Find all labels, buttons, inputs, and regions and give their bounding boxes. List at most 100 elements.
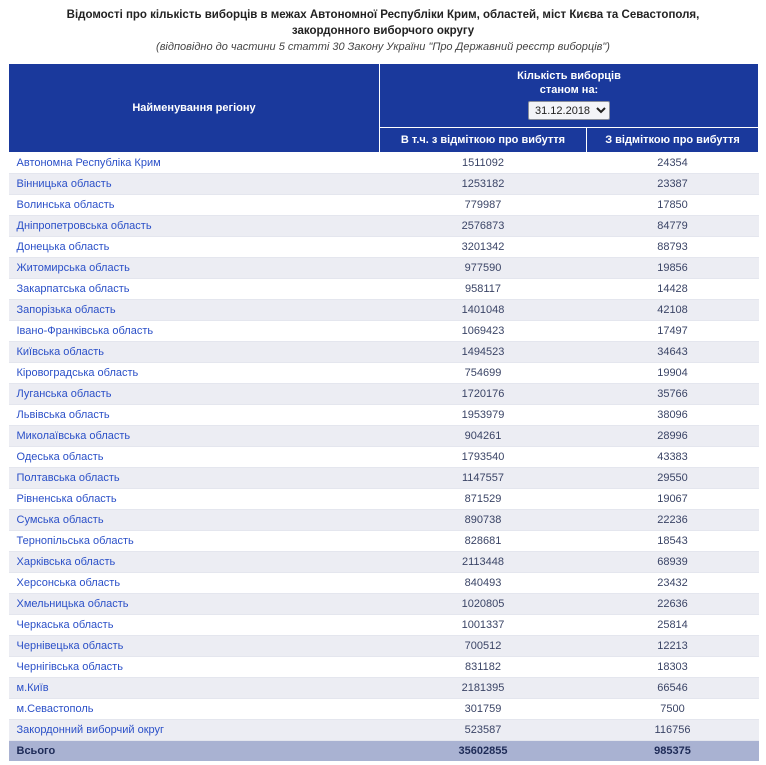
region-link[interactable]: Івано-Франківська область [17,325,154,337]
region-link[interactable]: Закарпатська область [17,283,130,295]
region-link[interactable]: Херсонська область [17,577,121,589]
region-link[interactable]: Запорізька область [17,304,116,316]
region-cell: Кіровоградська область [9,363,380,384]
departed-count-cell: 19067 [587,489,759,510]
region-link[interactable]: Харківська область [17,556,116,568]
voters-count-cell: 3201342 [380,237,587,258]
voters-count-cell: 1511092 [380,153,587,174]
region-cell: Вінницька область [9,174,380,195]
voters-count-cell: 1494523 [380,342,587,363]
region-link[interactable]: Черкаська область [17,619,114,631]
region-link[interactable]: м.Київ [17,682,49,694]
departed-count-cell: 22636 [587,594,759,615]
region-link[interactable]: Автономна Республіка Крим [17,157,161,169]
voters-count-cell: 1953979 [380,405,587,426]
count-header-line2: станом на: [384,83,754,97]
table-header: Найменування регіону Кількість виборців … [9,64,759,153]
region-cell: Закордонний виборчий округ [9,720,380,741]
voters-count-cell: 2113448 [380,552,587,573]
page-title: Відомості про кількість виборців в межах… [8,6,758,39]
region-cell: Запорізька область [9,300,380,321]
table-row: м.Севастополь3017597500 [9,699,759,720]
region-link[interactable]: Закордонний виборчий округ [17,724,165,736]
departed-count-cell: 23432 [587,573,759,594]
region-link[interactable]: Хмельницька область [17,598,129,610]
departed-count-cell: 17850 [587,195,759,216]
region-link[interactable]: Сумська область [17,514,104,526]
region-cell: Івано-Франківська область [9,321,380,342]
voters-count-header: Кількість виборців станом на: 31.12.2018 [380,64,759,128]
region-link[interactable]: Рівненська область [17,493,117,505]
departed-count-cell: 17497 [587,321,759,342]
region-link[interactable]: Донецька область [17,241,110,253]
region-link[interactable]: Полтавська область [17,472,120,484]
table-body: Автономна Республіка Крим 151109224354 Він… [9,153,759,741]
table-row: Дніпропетровська область257687384779 [9,216,759,237]
region-link[interactable]: Дніпропетровська область [17,220,152,232]
table-row: Херсонська область84049323432 [9,573,759,594]
region-cell: Волинська область [9,195,380,216]
table-row: Миколаївська область 90426128996 [9,426,759,447]
table-row: Одеська область179354043383 [9,447,759,468]
table-row: Закордонний виборчий округ523587116756 [9,720,759,741]
departed-count-cell: 24354 [587,153,759,174]
table-row: Житомирська область97759019856 [9,258,759,279]
page-subtitle: (відповідно до частини 5 статті 30 Закон… [8,41,758,53]
region-link[interactable]: Вінницька область [17,178,112,190]
voters-count-cell: 1147557 [380,468,587,489]
table-row: Хмельницька область102080522636 [9,594,759,615]
region-cell: Луганська область [9,384,380,405]
region-link[interactable]: Чернівецька область [17,640,124,652]
voters-count-cell: 1401048 [380,300,587,321]
region-cell: Донецька область [9,237,380,258]
voters-count-cell: 301759 [380,699,587,720]
region-link[interactable]: Тернопільська область [17,535,134,547]
table-row: Чернігівська область83118218303 [9,657,759,678]
region-cell: Рівненська область [9,489,380,510]
region-cell: Одеська область [9,447,380,468]
region-link[interactable]: Чернігівська область [17,661,123,673]
departed-count-cell: 28996 [587,426,759,447]
voters-count-cell: 1001337 [380,615,587,636]
voters-count-cell: 2181395 [380,678,587,699]
table-row: Автономна Республіка Крим 151109224354 [9,153,759,174]
region-link[interactable]: Волинська область [17,199,115,211]
region-cell: Чернівецька область [9,636,380,657]
region-link[interactable]: Миколаївська область [17,430,131,442]
table-row: Рівненська область 87152919067 [9,489,759,510]
region-cell: Черкаська область [9,615,380,636]
region-link[interactable]: Одеська область [17,451,104,463]
table-row: Тернопільська область82868118543 [9,531,759,552]
count-header-line1: Кількість виборців [384,69,754,83]
region-link[interactable]: м.Севастополь [17,703,94,715]
table-row: Черкаська область100133725814 [9,615,759,636]
table-row: Полтавська область 114755729550 [9,468,759,489]
voters-count-cell: 779987 [380,195,587,216]
voters-count-cell: 700512 [380,636,587,657]
departed-count-cell: 18303 [587,657,759,678]
subheader-voters-col: В т.ч. з відміткою про вибуття [380,128,587,153]
region-link[interactable]: Луганська область [17,388,112,400]
date-select[interactable]: 31.12.2018 [528,101,610,120]
voters-count-cell: 871529 [380,489,587,510]
region-link[interactable]: Кіровоградська область [17,367,139,379]
region-link[interactable]: Житомирська область [17,262,130,274]
departed-count-cell: 38096 [587,405,759,426]
departed-count-cell: 68939 [587,552,759,573]
region-cell: Хмельницька область [9,594,380,615]
region-link[interactable]: Львівська область [17,409,110,421]
departed-count-cell: 34643 [587,342,759,363]
voters-count-cell: 754699 [380,363,587,384]
region-column-header: Найменування регіону [9,64,380,153]
departed-count-cell: 23387 [587,174,759,195]
table-row: Чернівецька область70051212213 [9,636,759,657]
region-cell: Харківська область [9,552,380,573]
voters-count-cell: 523587 [380,720,587,741]
voters-count-cell: 904261 [380,426,587,447]
departed-count-cell: 29550 [587,468,759,489]
table-row: Луганська область172017635766 [9,384,759,405]
region-link[interactable]: Київська область [17,346,105,358]
region-cell: м.Київ [9,678,380,699]
region-cell: Київська область [9,342,380,363]
region-cell: Полтавська область [9,468,380,489]
